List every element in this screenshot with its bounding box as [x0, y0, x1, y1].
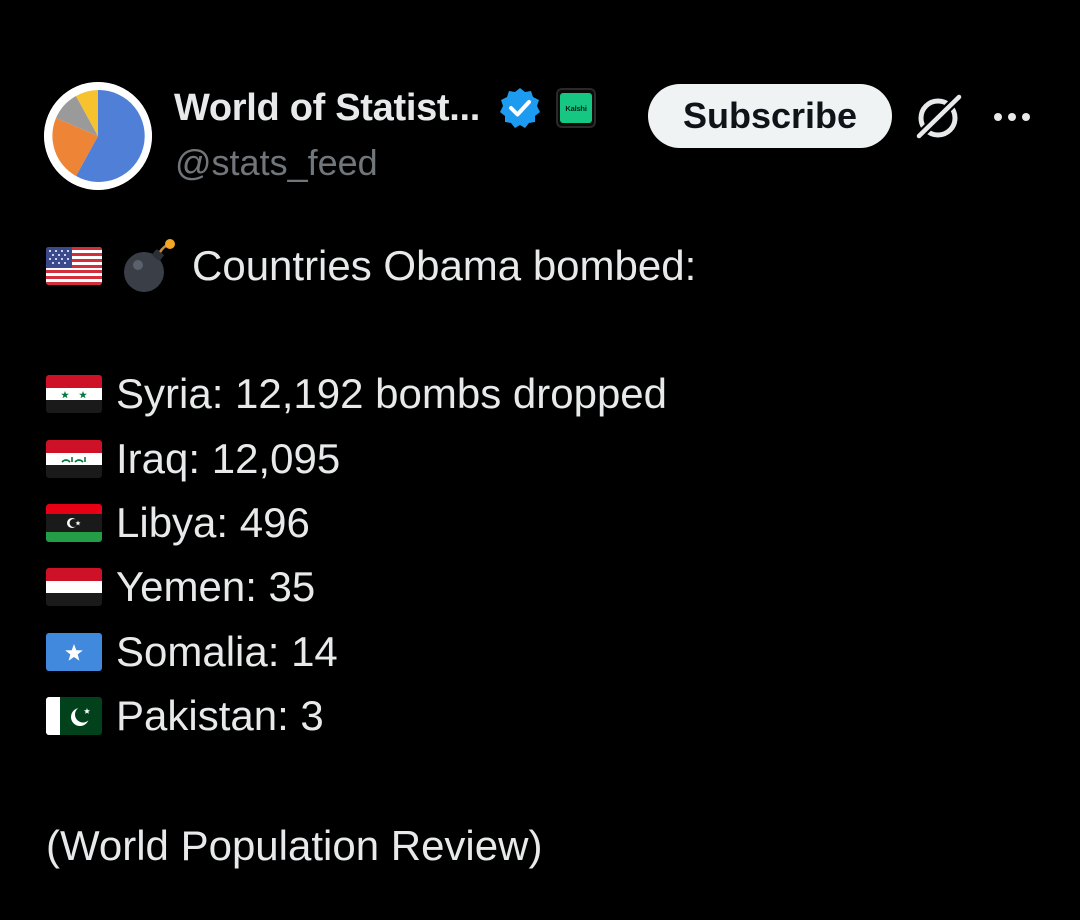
bomb-icon	[124, 239, 175, 292]
list-item-text: Pakistan: 3	[116, 692, 324, 739]
account-handle[interactable]: @stats_feed	[175, 142, 378, 184]
source-text: (World Population Review)	[46, 822, 543, 869]
grok-icon[interactable]	[912, 90, 966, 144]
account-name-row: World of Statist... Kalshi	[174, 86, 597, 130]
kalshi-label: Kalshi	[560, 93, 593, 123]
source-line: (World Population Review)	[46, 822, 542, 870]
list-item: Iraq: 12,095	[46, 435, 340, 483]
list-item: Syria: 12,192 bombs dropped	[46, 370, 667, 418]
somalia-flag-icon	[46, 633, 102, 671]
post-header: World of Statist... Kalshi @stats_feed S…	[0, 0, 1080, 200]
list-item-text: Yemen: 35	[116, 563, 316, 610]
list-item-text: Libya: 496	[116, 499, 310, 546]
list-item: Libya: 496	[46, 499, 310, 547]
more-dots-icon[interactable]	[990, 100, 1034, 134]
pie-chart-avatar-icon	[44, 82, 152, 190]
usa-flag-icon	[46, 247, 102, 285]
headline-text: Countries Obama bombed:	[192, 242, 697, 289]
list-item: Somalia: 14	[46, 628, 338, 676]
yemen-flag-icon	[46, 568, 102, 606]
libya-flag-icon	[46, 504, 102, 542]
list-item-text: Syria: 12,192 bombs dropped	[116, 370, 668, 417]
pakistan-flag-icon	[46, 697, 102, 735]
headline-line: Countries Obama bombed:	[46, 238, 696, 294]
syria-flag-icon	[46, 375, 102, 413]
kalshi-affiliate-badge[interactable]: Kalshi	[556, 88, 597, 128]
verified-badge-icon	[500, 88, 541, 128]
subscribe-button[interactable]: Subscribe	[648, 84, 892, 148]
list-item: Yemen: 35	[46, 563, 315, 611]
list-item-text: Iraq: 12,095	[116, 435, 341, 482]
list-item-text: Somalia: 14	[116, 628, 338, 675]
avatar[interactable]	[44, 82, 152, 190]
list-item: Pakistan: 3	[46, 692, 324, 740]
display-name[interactable]: World of Statist...	[174, 87, 480, 130]
iraq-flag-icon	[46, 440, 102, 478]
